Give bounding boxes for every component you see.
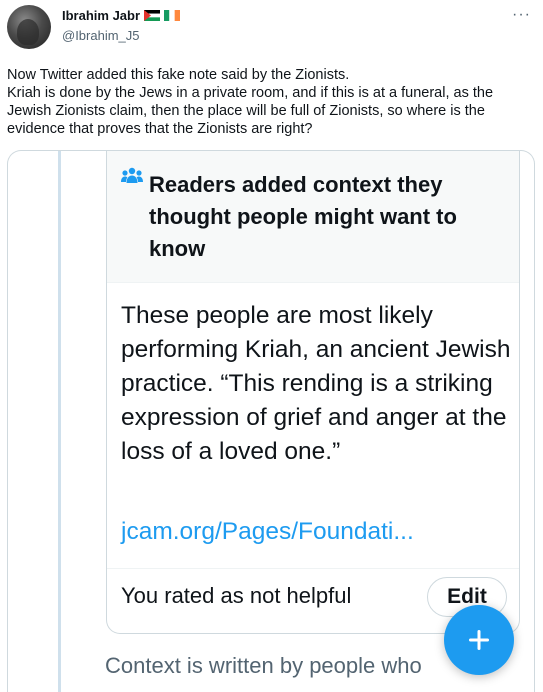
community-note-header: Readers added context they thought peopl… — [107, 151, 519, 283]
author-name-row: Ibrahim Jabr — [62, 8, 181, 23]
community-note-body: These people are most likely performing … — [121, 302, 511, 465]
people-icon — [121, 167, 143, 183]
tweet-media-image[interactable]: Readers added context they thought peopl… — [7, 150, 535, 692]
community-note-title: Readers added context they thought peopl… — [149, 172, 457, 261]
more-options-icon[interactable]: ··· — [512, 6, 531, 24]
community-note-card: Readers added context they thought peopl… — [106, 151, 520, 634]
ireland-flag-icon — [164, 10, 181, 21]
tweet-text: Now Twitter added this fake note said by… — [7, 67, 494, 137]
divider — [107, 568, 519, 569]
rating-status-text: You rated as not helpful — [121, 583, 352, 608]
community-note-link[interactable]: jcam.org/Pages/Foundati... — [121, 515, 414, 549]
thread-line — [58, 151, 61, 692]
context-footer-text: Context is written by people who — [105, 653, 422, 678]
compose-button[interactable] — [444, 605, 514, 675]
plus-icon — [469, 630, 489, 650]
handle[interactable]: @Ibrahim_J5 — [62, 28, 140, 43]
display-name[interactable]: Ibrahim Jabr — [62, 8, 140, 23]
palestine-flag-icon — [144, 10, 161, 21]
avatar[interactable] — [7, 5, 51, 49]
